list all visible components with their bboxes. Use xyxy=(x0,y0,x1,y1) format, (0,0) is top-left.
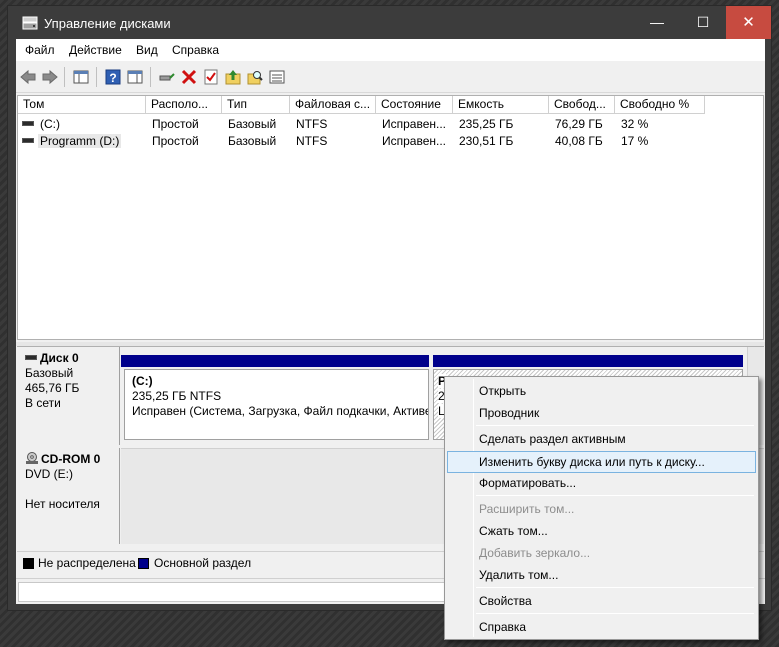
col-header-status[interactable]: Состояние xyxy=(376,96,453,114)
col-header-free-percent[interactable]: Свободно % xyxy=(615,96,705,114)
context-menu: Открыть Проводник Сделать раздел активны… xyxy=(444,376,759,640)
partition-c-status: Исправен (Система, Загрузка, Файл подкач… xyxy=(132,404,429,418)
volume-layout: Простой xyxy=(152,117,199,131)
volume-name: Programm (D:) xyxy=(38,134,122,148)
partition-d-bar xyxy=(433,355,743,367)
connect-icon[interactable] xyxy=(158,68,176,86)
properties-icon[interactable] xyxy=(126,68,144,86)
toolbar-separator xyxy=(96,67,97,87)
menu-action[interactable]: Действие xyxy=(69,43,122,57)
menu-help[interactable]: Справка xyxy=(172,43,219,57)
volume-row-c[interactable]: (C:) Простой Базовый NTFS Исправен... 23… xyxy=(18,116,763,133)
help-icon[interactable]: ? xyxy=(104,68,122,86)
volume-free-percent: 17 % xyxy=(621,134,649,148)
menu-view[interactable]: Вид xyxy=(136,43,158,57)
legend-primary: Основной раздел xyxy=(154,556,252,570)
ctx-separator xyxy=(476,425,754,426)
disk-0-name: Диск 0 xyxy=(40,351,79,365)
volume-free-percent: 32 % xyxy=(621,117,649,131)
ctx-properties[interactable]: Свойства xyxy=(447,590,756,612)
volume-layout: Простой xyxy=(152,134,199,148)
menu-bar: Файл Действие Вид Справка xyxy=(16,39,765,61)
disk-0-type: Базовый xyxy=(25,366,74,380)
check-icon[interactable] xyxy=(202,68,220,86)
ctx-change-drive-letter[interactable]: Изменить букву диска или путь к диску... xyxy=(447,451,756,473)
col-header-volume[interactable]: Том xyxy=(18,96,146,114)
drive-icon xyxy=(22,138,34,143)
list-view-icon[interactable] xyxy=(268,68,286,86)
search-folder-icon[interactable] xyxy=(246,68,264,86)
disk-0-label[interactable]: Диск 0 Базовый 465,76 ГБ В сети xyxy=(17,347,120,445)
ctx-format[interactable]: Форматировать... xyxy=(447,472,756,494)
up-folder-icon[interactable] xyxy=(224,68,242,86)
maximize-button[interactable]: ☐ xyxy=(680,6,726,39)
window-title: Управление дисками xyxy=(44,16,171,31)
volume-type: Базовый xyxy=(228,134,277,148)
cdrom-icon xyxy=(26,452,38,464)
minimize-button[interactable]: — xyxy=(634,6,680,39)
disk-0-title: Диск 0 xyxy=(25,351,119,366)
volume-row-d[interactable]: Programm (D:) Простой Базовый NTFS Испра… xyxy=(18,133,763,150)
partition-c-bar xyxy=(121,355,429,367)
volume-type: Базовый xyxy=(228,117,277,131)
volume-capacity: 230,51 ГБ xyxy=(459,134,514,148)
volume-status: Исправен... xyxy=(382,134,447,148)
volume-filesystem: NTFS xyxy=(296,117,328,131)
ctx-mark-active[interactable]: Сделать раздел активным xyxy=(447,428,756,450)
volume-list: Том Располо... Тип Файловая с... Состоян… xyxy=(17,95,764,340)
volume-free: 76,29 ГБ xyxy=(555,117,603,131)
col-header-type[interactable]: Тип xyxy=(222,96,290,114)
legend-swatch-primary xyxy=(138,558,149,569)
forward-arrow-icon[interactable] xyxy=(41,68,59,86)
ctx-shrink-volume[interactable]: Сжать том... xyxy=(447,520,756,542)
cdrom-0-name: CD-ROM 0 xyxy=(41,452,101,466)
title-bar[interactable]: Управление дисками — ☐ ✕ xyxy=(8,6,771,39)
ctx-separator xyxy=(476,613,754,614)
ctx-add-mirror: Добавить зеркало... xyxy=(479,546,591,560)
col-header-filesystem[interactable]: Файловая с... xyxy=(290,96,376,114)
cdrom-0-title: CD-ROM 0 xyxy=(25,452,119,467)
col-header-layout[interactable]: Располо... xyxy=(146,96,222,114)
volume-free: 40,08 ГБ xyxy=(555,134,603,148)
volume-name: (C:) xyxy=(40,117,60,131)
disk-0-size: 465,76 ГБ xyxy=(25,381,80,395)
status-text-box xyxy=(18,582,448,602)
cdrom-0-label[interactable]: CD-ROM 0 DVD (E:) Нет носителя xyxy=(17,448,120,544)
cdrom-0-status: Нет носителя xyxy=(25,497,100,511)
volume-filesystem: NTFS xyxy=(296,134,328,148)
ctx-delete-volume[interactable]: Удалить том... xyxy=(447,564,756,586)
ctx-help[interactable]: Справка xyxy=(447,616,756,638)
ctx-open[interactable]: Открыть xyxy=(447,380,756,402)
legend-unallocated: Не распределена xyxy=(38,556,136,570)
disk-management-app-icon xyxy=(22,16,38,30)
console-tree-icon[interactable] xyxy=(72,68,90,86)
toolbar: ? xyxy=(16,61,765,93)
disk-0-status: В сети xyxy=(25,396,61,410)
partition-c-size: 235,25 ГБ NTFS xyxy=(132,389,222,403)
toolbar-separator xyxy=(64,67,65,87)
partition-c-label: (C:) xyxy=(132,374,153,388)
volume-capacity: 235,25 ГБ xyxy=(459,117,514,131)
svg-text:?: ? xyxy=(109,71,116,85)
partition-c[interactable]: (C:) 235,25 ГБ NTFS Исправен (Система, З… xyxy=(124,369,429,440)
ctx-extend-volume: Расширить том... xyxy=(479,502,575,516)
toolbar-separator xyxy=(150,67,151,87)
ctx-separator xyxy=(476,495,754,496)
col-header-free[interactable]: Свобод... xyxy=(549,96,615,114)
ctx-separator xyxy=(476,587,754,588)
cdrom-0-type: DVD (E:) xyxy=(25,467,73,481)
legend-swatch-unallocated xyxy=(23,558,34,569)
volume-status: Исправен... xyxy=(382,117,447,131)
close-button[interactable]: ✕ xyxy=(726,6,771,39)
disk-icon xyxy=(25,355,37,360)
menu-file[interactable]: Файл xyxy=(25,43,55,57)
back-arrow-icon[interactable] xyxy=(19,68,37,86)
delete-icon[interactable] xyxy=(180,68,198,86)
ctx-explorer[interactable]: Проводник xyxy=(447,402,756,424)
col-header-capacity[interactable]: Емкость xyxy=(453,96,549,114)
drive-icon xyxy=(22,121,34,126)
